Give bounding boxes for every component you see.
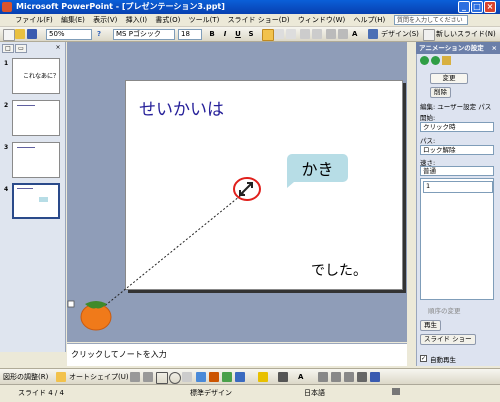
- line-color-icon[interactable]: [278, 372, 288, 382]
- line-style-icon[interactable]: [318, 372, 328, 382]
- draw-menu-button[interactable]: 図形の調整(R): [3, 372, 48, 383]
- diagram-icon[interactable]: [209, 372, 219, 382]
- status-bar: スライド 4 / 4 標準デザイン 日本語: [0, 384, 500, 402]
- home-icon[interactable]: [442, 56, 451, 65]
- notes-placeholder[interactable]: クリックしてノートを入力: [71, 350, 167, 359]
- task-pane-close-icon[interactable]: ×: [492, 42, 497, 54]
- design-name: 標準デザイン: [190, 389, 232, 397]
- arrow-icon[interactable]: [143, 372, 153, 382]
- back-icon[interactable]: [420, 56, 429, 65]
- effect-list-item[interactable]: 1: [423, 181, 493, 193]
- drawing-toolbar: 図形の調整(R) オートシェイプ(U) A: [0, 368, 500, 384]
- change-effect-button[interactable]: 変更: [430, 73, 468, 84]
- reorder-label[interactable]: 順序の変更: [428, 305, 461, 315]
- rectangle-icon[interactable]: [156, 372, 168, 384]
- path-select[interactable]: ロック解除: [420, 145, 494, 155]
- slide-position: スライド 4 / 4: [18, 389, 64, 397]
- motion-path-line[interactable]: [95, 191, 246, 314]
- task-pane-title: アニメーションの設定: [419, 44, 484, 52]
- fill-color-icon[interactable]: [258, 372, 268, 382]
- autoshapes-button[interactable]: オートシェイプ(U): [69, 372, 129, 383]
- language: 日本語: [304, 389, 325, 397]
- spellcheck-icon: [392, 388, 400, 395]
- start-select[interactable]: クリック時: [420, 122, 494, 132]
- task-pane-nav: [418, 56, 498, 66]
- autopreview-checkbox[interactable]: ✓: [420, 355, 427, 362]
- shadow-style-icon[interactable]: [357, 372, 367, 382]
- play-button[interactable]: 再生: [420, 320, 441, 331]
- forward-icon[interactable]: [431, 56, 440, 65]
- textbox-icon[interactable]: [182, 372, 192, 382]
- select-objects-icon[interactable]: [56, 372, 66, 382]
- effect-order-number: 1: [426, 182, 431, 190]
- wordart-icon[interactable]: [196, 372, 206, 382]
- move-cursor-icon: [239, 182, 253, 196]
- clipart-icon[interactable]: [222, 372, 232, 382]
- effects-list[interactable]: 1: [420, 178, 494, 300]
- edit-label: 編集: ユーザー設定 パス: [420, 103, 492, 111]
- slideshow-button[interactable]: スライド ショー: [420, 334, 476, 345]
- picture-icon[interactable]: [235, 372, 245, 382]
- path-start-handle[interactable]: [67, 300, 75, 308]
- speed-select[interactable]: 普通: [420, 166, 494, 176]
- autopreview-label: 自動再生: [430, 356, 456, 364]
- start-label: 開始:: [420, 114, 436, 122]
- 3d-style-icon[interactable]: [370, 372, 380, 382]
- dash-style-icon[interactable]: [331, 372, 341, 382]
- arrow-style-icon[interactable]: [344, 372, 354, 382]
- path-label: パス:: [420, 137, 436, 145]
- delete-effect-button[interactable]: 削除: [430, 87, 451, 98]
- line-icon[interactable]: [130, 372, 140, 382]
- notes-pane[interactable]: クリックしてノートを入力: [67, 343, 407, 366]
- oval-icon[interactable]: [169, 372, 181, 384]
- task-pane-title-bar: アニメーションの設定 ×: [416, 42, 500, 54]
- font-color-draw-icon[interactable]: A: [298, 372, 303, 383]
